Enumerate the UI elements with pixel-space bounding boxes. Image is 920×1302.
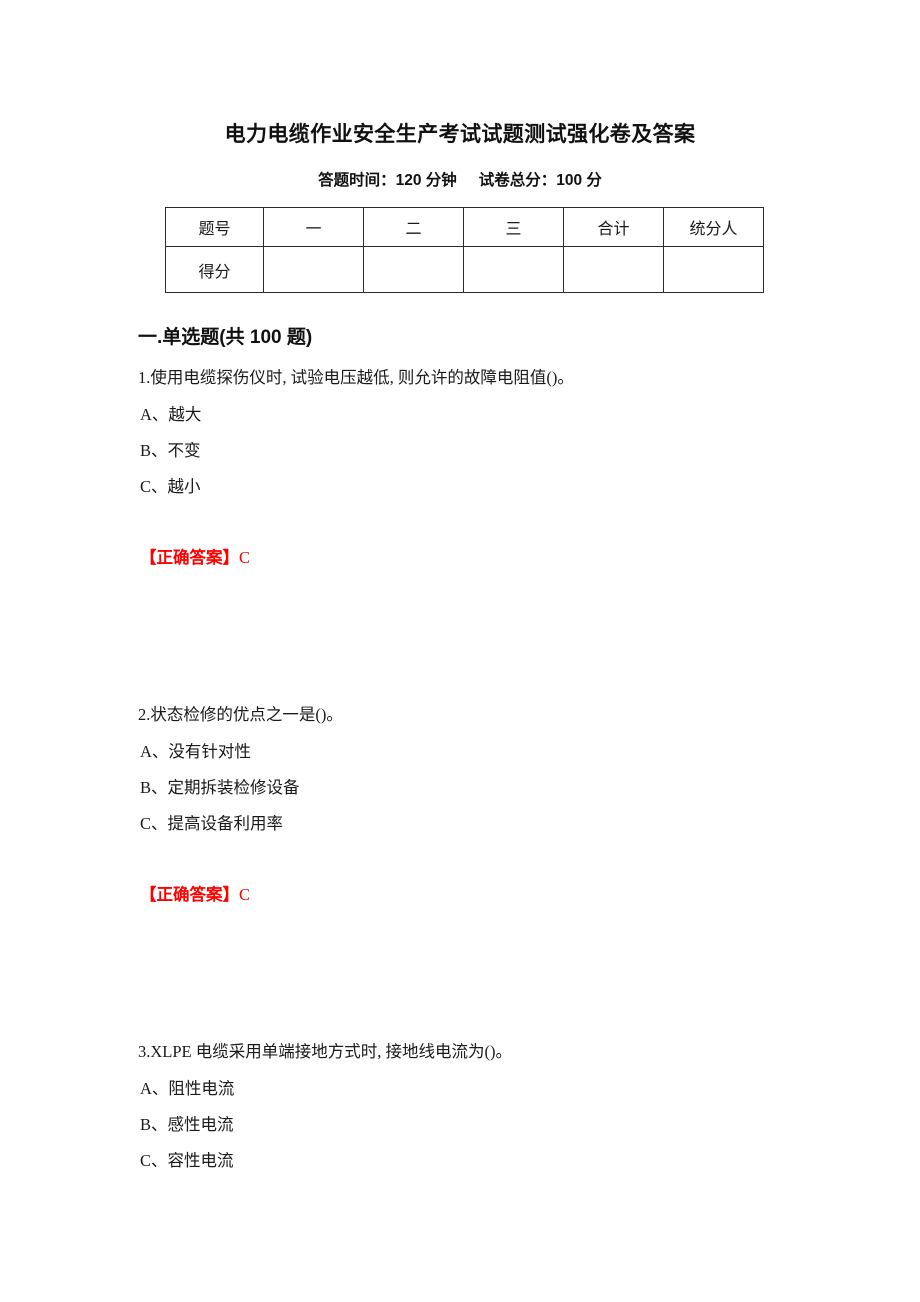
score-cell-3[interactable]	[463, 246, 564, 293]
score-table-header-scorer: 统分人	[663, 207, 764, 247]
question-3-option-c[interactable]: C、容性电流	[140, 1151, 234, 1171]
score-cell-2[interactable]	[363, 246, 464, 293]
question-2-option-c[interactable]: C、提高设备利用率	[140, 814, 283, 834]
score-table-header-label: 题号	[165, 207, 264, 247]
answer-value-1: C	[239, 548, 251, 567]
document-subtitle: 答题时间：120 分钟 试卷总分：100 分	[0, 168, 920, 190]
section-heading-single-choice: 一.单选题(共 100 题)	[138, 327, 313, 348]
score-table-header-3: 三	[463, 207, 564, 247]
answer-label-2: 【正确答案】	[140, 885, 239, 904]
answer-label-1: 【正确答案】	[140, 548, 239, 567]
score-table: 题号 一 二 三 合计 统分人 得分	[165, 207, 764, 293]
question-1-option-b[interactable]: B、不变	[140, 441, 201, 461]
exam-total-score: 试卷总分：100 分	[478, 172, 602, 189]
answer-value-2: C	[239, 885, 251, 904]
document-title: 电力电缆作业安全生产考试试题测试强化卷及答案	[224, 123, 696, 146]
question-stem-3: 3.XLPE 电缆采用单端接地方式时, 接地线电流为()。	[138, 1042, 512, 1061]
score-table-header-2: 二	[363, 207, 464, 247]
question-1-answer: 【正确答案】C	[140, 548, 250, 568]
question-2-option-b[interactable]: B、定期拆装检修设备	[140, 778, 300, 798]
table-row: 得分	[165, 246, 764, 293]
score-table-row-label: 得分	[165, 246, 264, 293]
question-stem-2: 2.状态检修的优点之一是()。	[138, 705, 343, 724]
score-table-header-total: 合计	[563, 207, 664, 247]
score-cell-1[interactable]	[263, 246, 364, 293]
question-2-option-a[interactable]: A、没有针对性	[140, 742, 251, 762]
question-3-option-b[interactable]: B、感性电流	[140, 1115, 234, 1135]
question-1-option-a[interactable]: A、越大	[140, 405, 201, 425]
exam-duration: 答题时间：120 分钟	[318, 172, 457, 189]
document-page: 电力电缆作业安全生产考试试题测试强化卷及答案 答题时间：120 分钟 试卷总分：1…	[0, 0, 920, 1302]
score-cell-total[interactable]	[563, 246, 664, 293]
question-3-option-a[interactable]: A、阻性电流	[140, 1079, 234, 1099]
question-stem-1: 1.使用电缆探伤仪时, 试验电压越低, 则允许的故障电阻值()。	[138, 368, 574, 387]
score-table-header-1: 一	[263, 207, 364, 247]
table-row: 题号 一 二 三 合计 统分人	[165, 207, 764, 247]
question-1-option-c[interactable]: C、越小	[140, 477, 201, 497]
score-cell-scorer[interactable]	[663, 246, 764, 293]
question-2-answer: 【正确答案】C	[140, 885, 250, 905]
